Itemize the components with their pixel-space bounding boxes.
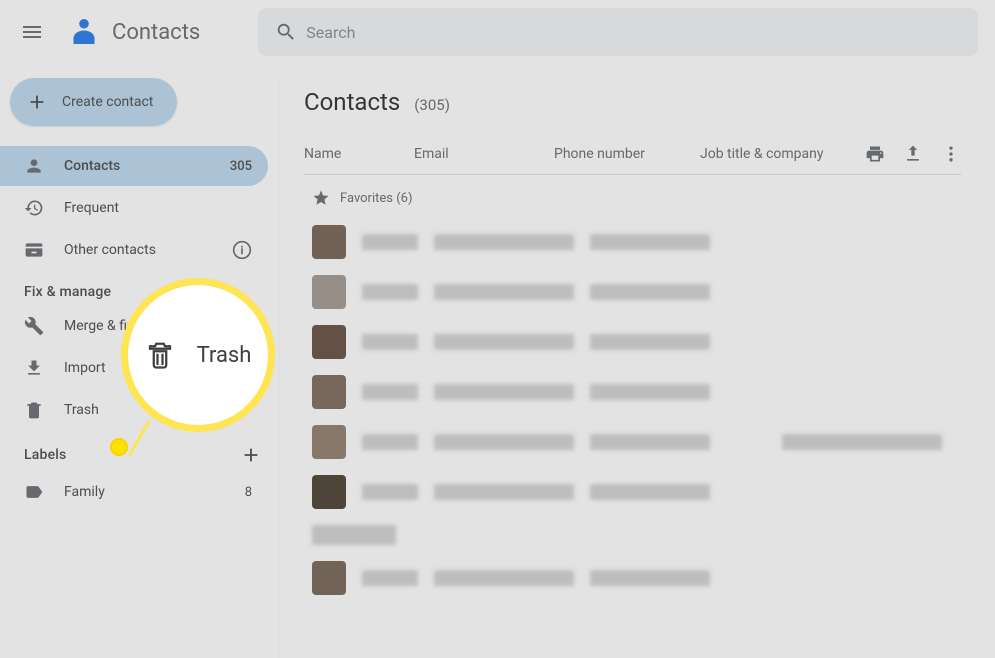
plus-icon <box>26 91 48 113</box>
redacted-cell <box>362 334 418 350</box>
trash-icon <box>145 340 175 370</box>
sidebar-item-other-contacts[interactable]: Other contacts <box>0 230 268 270</box>
trash-callout: Trash <box>128 285 268 425</box>
redacted-cell <box>434 234 574 250</box>
table-row[interactable] <box>304 467 961 517</box>
tools-icon <box>24 316 44 336</box>
redacted-cell <box>362 434 418 450</box>
redacted-cell <box>590 384 710 400</box>
trash-icon <box>24 400 44 420</box>
print-icon[interactable] <box>865 144 885 164</box>
history-icon <box>24 198 44 218</box>
search-input[interactable] <box>306 23 970 42</box>
label-icon <box>24 482 44 502</box>
redacted-cell <box>782 434 942 450</box>
avatar <box>312 225 346 259</box>
table-row[interactable] <box>304 367 961 417</box>
col-email[interactable]: Email <box>414 146 554 162</box>
table-row[interactable] <box>304 317 961 367</box>
redacted-cell <box>590 434 710 450</box>
menu-button[interactable] <box>8 8 56 56</box>
favorites-header[interactable]: Favorites (6) <box>304 175 961 217</box>
page-count: (305) <box>414 96 450 114</box>
avatar <box>312 275 346 309</box>
redacted-cell <box>434 484 574 500</box>
table-row[interactable] <box>304 417 961 467</box>
download-icon <box>24 358 44 378</box>
labels-header-text: Labels <box>24 447 66 463</box>
avatar <box>312 375 346 409</box>
app-logo[interactable]: Contacts <box>64 12 200 52</box>
sidebar-label-family[interactable]: Family 8 <box>0 472 268 512</box>
redacted-cell <box>434 334 574 350</box>
sidebar-item-label: Frequent <box>64 200 252 216</box>
hamburger-icon <box>20 20 44 44</box>
sidebar-item-label: Other contacts <box>64 242 212 258</box>
avatar <box>312 475 346 509</box>
redacted-cell <box>434 434 574 450</box>
create-contact-button[interactable]: Create contact <box>10 78 177 126</box>
avatar <box>312 325 346 359</box>
redacted-cell <box>312 525 396 545</box>
sidebar-item-label: Contacts <box>64 158 210 174</box>
export-icon[interactable] <box>903 144 923 164</box>
sidebar-item-count: 305 <box>230 159 252 174</box>
redacted-cell <box>434 570 574 586</box>
avatar <box>312 561 346 595</box>
redacted-cell <box>362 484 418 500</box>
app-header: Contacts <box>0 0 995 64</box>
create-contact-label: Create contact <box>62 94 153 110</box>
redacted-cell <box>434 384 574 400</box>
redacted-cell <box>590 570 710 586</box>
redacted-cell <box>362 284 418 300</box>
sidebar-item-count: 8 <box>245 485 252 500</box>
search-container <box>258 8 987 56</box>
add-label-button[interactable] <box>240 444 262 466</box>
more-icon[interactable] <box>941 144 961 164</box>
page-title-row: Contacts (305) <box>304 88 961 116</box>
table-row[interactable] <box>304 553 961 603</box>
table-row[interactable] <box>304 217 961 267</box>
page-title: Contacts <box>304 88 400 116</box>
info-icon[interactable] <box>232 240 252 260</box>
app-title: Contacts <box>112 20 200 45</box>
sidebar-item-label: Family <box>64 484 225 500</box>
redacted-cell <box>434 284 574 300</box>
redacted-cell <box>590 284 710 300</box>
avatar <box>312 425 346 459</box>
column-headers: Name Email Phone number Job title & comp… <box>304 136 961 175</box>
col-job[interactable]: Job title & company <box>700 146 865 162</box>
redacted-cell <box>590 334 710 350</box>
search-bar[interactable] <box>258 8 978 56</box>
archive-icon <box>24 240 44 260</box>
star-icon <box>312 189 330 207</box>
redacted-cell <box>590 484 710 500</box>
favorites-label: Favorites (6) <box>340 191 413 206</box>
col-name[interactable]: Name <box>304 146 414 162</box>
search-icon <box>266 12 306 52</box>
redacted-cell <box>362 234 418 250</box>
sidebar-item-frequent[interactable]: Frequent <box>0 188 268 228</box>
table-row[interactable] <box>304 517 961 553</box>
redacted-cell <box>362 384 418 400</box>
table-row[interactable] <box>304 267 961 317</box>
contacts-logo-icon <box>64 12 104 52</box>
sidebar: Create contact Contacts 305 Frequent Oth… <box>0 64 280 522</box>
main-panel: Contacts (305) Name Email Phone number J… <box>280 64 995 658</box>
callout-marker <box>110 438 128 456</box>
col-phone[interactable]: Phone number <box>554 146 700 162</box>
callout-label: Trash <box>197 343 252 368</box>
redacted-cell <box>590 234 710 250</box>
person-icon <box>24 156 44 176</box>
sidebar-item-contacts[interactable]: Contacts 305 <box>0 146 268 186</box>
redacted-cell <box>362 570 418 586</box>
